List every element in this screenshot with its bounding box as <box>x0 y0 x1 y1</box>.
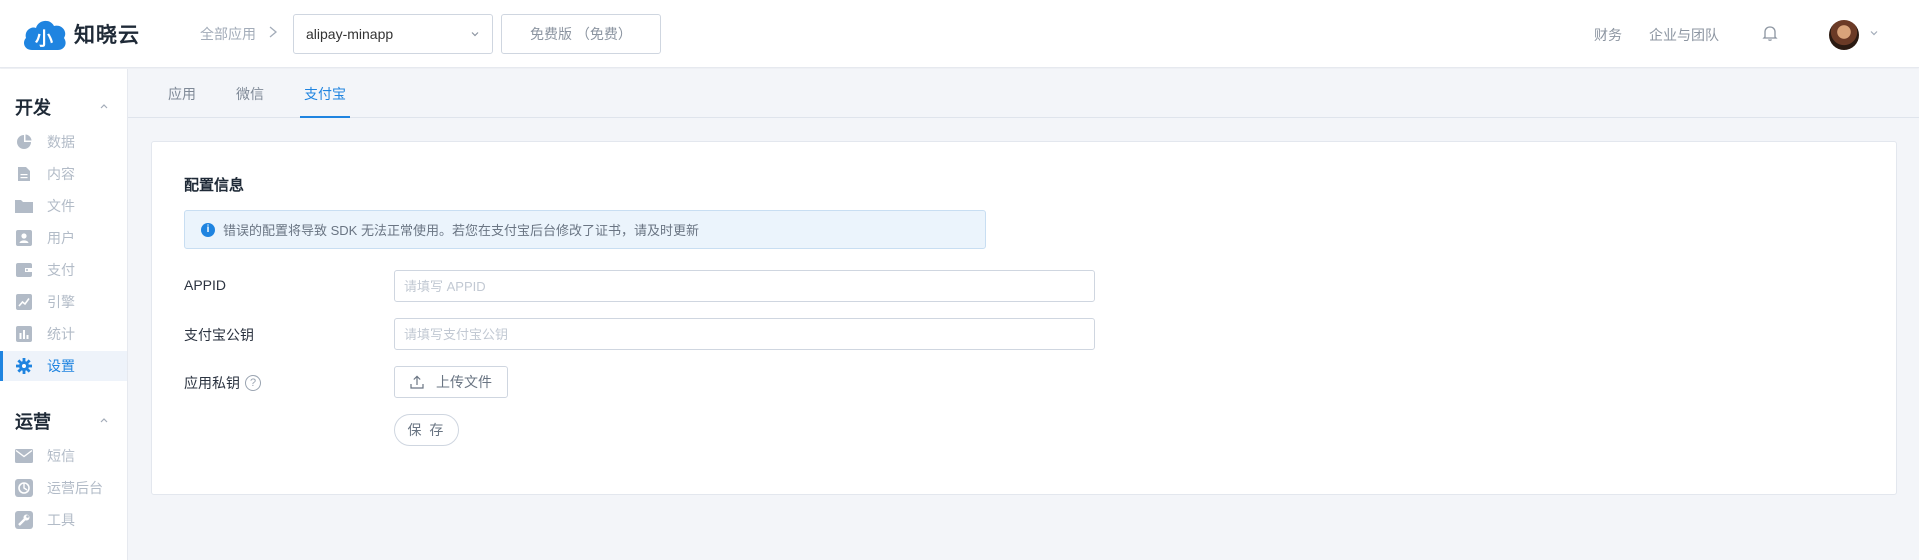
sidebar-item-label: 文件 <box>47 198 75 214</box>
info-icon: i <box>201 222 215 237</box>
wrench-icon <box>15 511 33 529</box>
tab-bar: 应用 微信 支付宝 <box>128 69 1919 118</box>
chevron-down-icon[interactable] <box>1868 27 1880 39</box>
folder-icon <box>15 197 33 215</box>
user-card-icon <box>15 229 33 247</box>
app-select-value: alipay-minapp <box>306 26 394 42</box>
finance-link[interactable]: 财务 <box>1594 25 1622 45</box>
logo-glyph: 小 <box>35 29 53 50</box>
sidebar-item-label: 设置 <box>47 358 75 374</box>
chevron-right-icon <box>269 26 278 38</box>
sidebar-item-label: 引擎 <box>47 294 75 310</box>
brand-logo[interactable]: 小 知晓云 <box>22 16 140 52</box>
section-title-ops[interactable]: 运营 <box>15 408 51 434</box>
wallet-icon <box>15 261 33 279</box>
upload-icon <box>410 375 424 389</box>
app-select[interactable]: alipay-minapp <box>293 14 493 54</box>
appid-label: APPID <box>184 277 227 293</box>
brand-name: 知晓云 <box>74 24 140 47</box>
sidebar-item-stats[interactable]: 统计 <box>0 319 127 349</box>
public-key-input[interactable] <box>394 318 1095 350</box>
sidebar-item-data[interactable]: 数据 <box>0 127 127 157</box>
upload-file-button[interactable]: 上传文件 <box>394 366 508 398</box>
pie-chart-icon <box>15 133 33 151</box>
breadcrumb-all-apps[interactable]: 全部应用 <box>200 24 256 44</box>
dashboard-icon <box>15 479 33 497</box>
avatar[interactable] <box>1829 20 1859 50</box>
tab-wechat[interactable]: 微信 <box>236 84 264 104</box>
sidebar-item-ops-console[interactable]: 运营后台 <box>0 473 127 503</box>
config-title: 配置信息 <box>184 177 245 194</box>
appid-input[interactable] <box>394 270 1095 302</box>
chevron-down-icon <box>471 32 479 37</box>
sidebar-item-label: 数据 <box>47 134 75 150</box>
config-card: 配置信息 i 错误的配置将导致 SDK 无法正常使用。若您在支付宝后台修改了证书… <box>151 141 1897 495</box>
top-header: 小 知晓云 全部应用 alipay-minapp 免费版 （免费） 财务 企业与… <box>0 0 1919 68</box>
private-key-label-row: 应用私钥 ? <box>184 373 261 393</box>
active-tab-indicator <box>300 116 350 118</box>
sidebar-item-content[interactable]: 内容 <box>0 159 127 189</box>
section-title-dev[interactable]: 开发 <box>15 94 51 120</box>
sidebar-item-tools[interactable]: 工具 <box>0 505 127 535</box>
public-key-label: 支付宝公钥 <box>184 327 254 343</box>
sidebar-item-settings[interactable]: 设置 <box>0 351 127 381</box>
trend-chart-icon <box>15 293 33 311</box>
bell-icon[interactable] <box>1762 24 1778 42</box>
gear-icon <box>15 357 33 375</box>
sidebar-item-sms[interactable]: 短信 <box>0 441 127 471</box>
org-team-link[interactable]: 企业与团队 <box>1649 25 1719 45</box>
sidebar-item-label: 统计 <box>47 326 75 342</box>
alert-text: 错误的配置将导致 SDK 无法正常使用。若您在支付宝后台修改了证书，请及时更新 <box>223 223 699 238</box>
sidebar-item-label: 内容 <box>47 166 75 182</box>
save-button[interactable]: 保 存 <box>394 414 459 446</box>
bar-chart-icon <box>15 325 33 343</box>
sidebar-item-label: 支付 <box>47 262 75 278</box>
sidebar-item-label: 用户 <box>47 230 75 246</box>
tab-alipay[interactable]: 支付宝 <box>304 84 346 104</box>
document-icon <box>15 165 33 183</box>
sidebar-item-engine[interactable]: 引擎 <box>0 287 127 317</box>
private-key-label: 应用私钥 <box>184 375 240 391</box>
tab-app[interactable]: 应用 <box>168 84 196 104</box>
config-alert: i 错误的配置将导致 SDK 无法正常使用。若您在支付宝后台修改了证书，请及时更… <box>184 210 986 249</box>
sidebar-item-users[interactable]: 用户 <box>0 223 127 253</box>
sidebar-item-label: 运营后台 <box>47 480 103 496</box>
help-icon[interactable]: ? <box>245 375 261 391</box>
sidebar-item-payment[interactable]: 支付 <box>0 255 127 285</box>
chevron-up-icon[interactable] <box>98 415 110 425</box>
mail-icon <box>15 447 33 465</box>
sidebar-item-label: 短信 <box>47 448 75 464</box>
upload-label: 上传文件 <box>436 374 492 390</box>
sidebar-item-label: 工具 <box>47 512 75 528</box>
sidebar: 开发 数据 内容 文件 用户 支付 引擎 统计 设置 运营 短信 运营后台 工具 <box>0 69 128 560</box>
plan-button[interactable]: 免费版 （免费） <box>501 14 661 54</box>
sidebar-item-files[interactable]: 文件 <box>0 191 127 221</box>
cloud-logo-icon: 小 <box>22 16 68 52</box>
chevron-up-icon[interactable] <box>98 101 110 111</box>
